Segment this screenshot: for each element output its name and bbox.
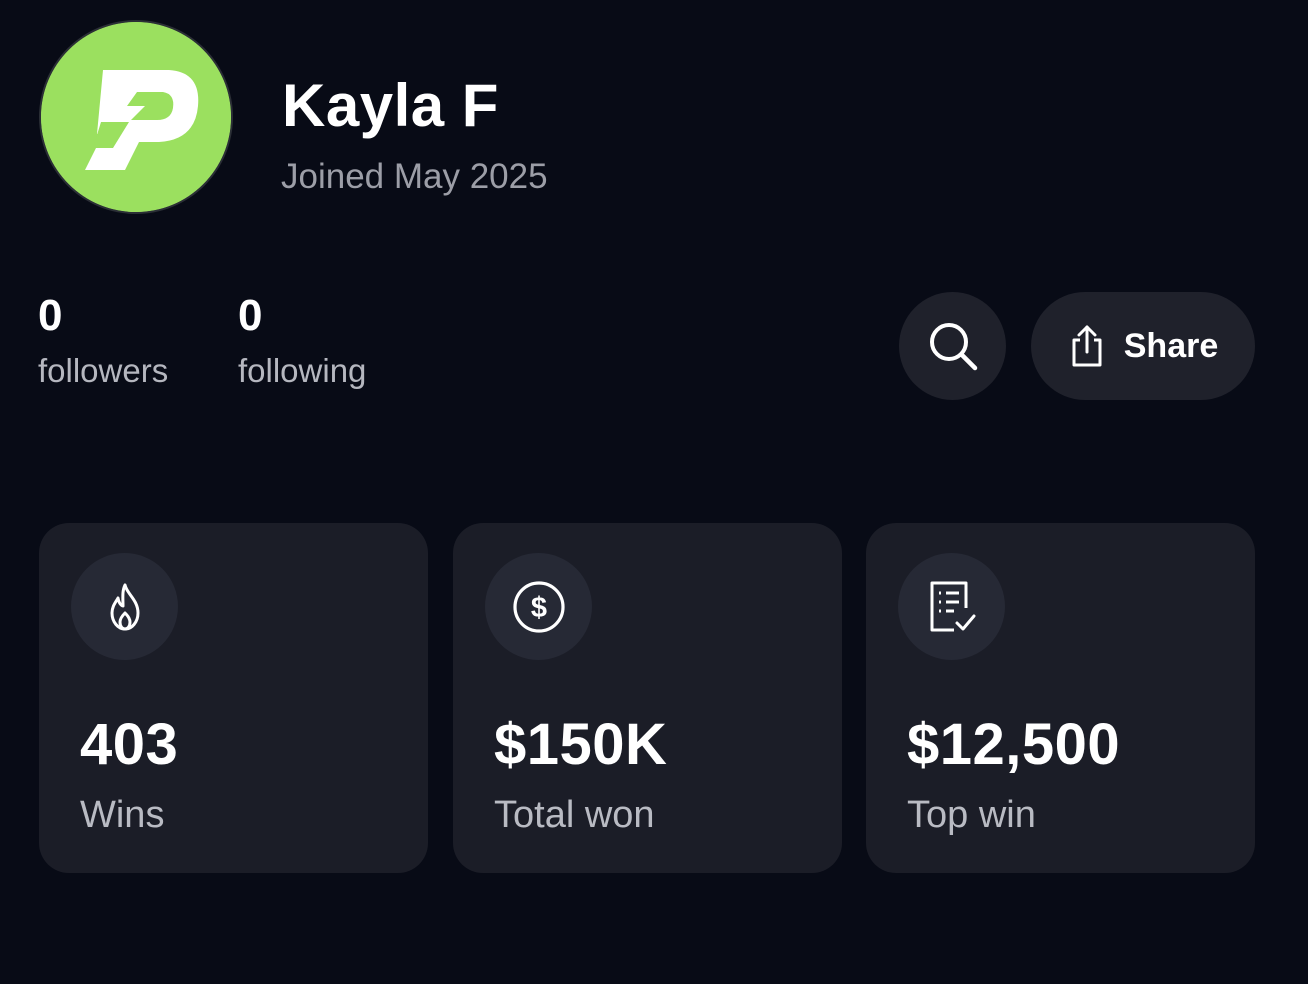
followers-label: followers [38, 352, 169, 389]
wins-icon-badge [71, 553, 178, 660]
share-button[interactable]: Share [1031, 292, 1255, 400]
receipt-check-icon [930, 581, 975, 631]
svg-text:$: $ [530, 592, 546, 624]
share-icon [1072, 325, 1102, 367]
joined-date: Joined May 2025 [281, 157, 548, 196]
dollar-circle-icon: $ [512, 580, 565, 633]
flame-icon [110, 583, 139, 630]
wins-value: 403 [80, 712, 179, 777]
share-label: Share [1123, 326, 1219, 365]
top-win-card[interactable]: $12,500 Top win [866, 523, 1255, 873]
search-button[interactable] [899, 292, 1006, 400]
following-label: following [238, 352, 367, 389]
total-won-icon-badge: $ [485, 553, 592, 660]
profile-name: Kayla F [282, 72, 499, 139]
total-won-label: Total won [494, 794, 655, 836]
avatar[interactable] [41, 22, 231, 212]
following-count: 0 [238, 291, 263, 340]
wins-card[interactable]: 403 Wins [39, 523, 428, 873]
top-win-value: $12,500 [907, 712, 1121, 777]
total-won-value: $150K [494, 712, 668, 777]
search-icon [929, 323, 977, 371]
followers-stat[interactable]: 0 followers [38, 290, 168, 392]
total-won-card[interactable]: $ $150K Total won [453, 523, 842, 873]
followers-count: 0 [38, 291, 63, 340]
top-win-icon-badge [898, 553, 1005, 660]
top-win-label: Top win [907, 794, 1036, 836]
brand-logo-icon [41, 22, 231, 212]
following-stat[interactable]: 0 following [238, 290, 366, 392]
profile-page: Kayla F Joined May 2025 0 followers 0 fo… [0, 0, 1308, 984]
wins-label: Wins [80, 794, 165, 836]
